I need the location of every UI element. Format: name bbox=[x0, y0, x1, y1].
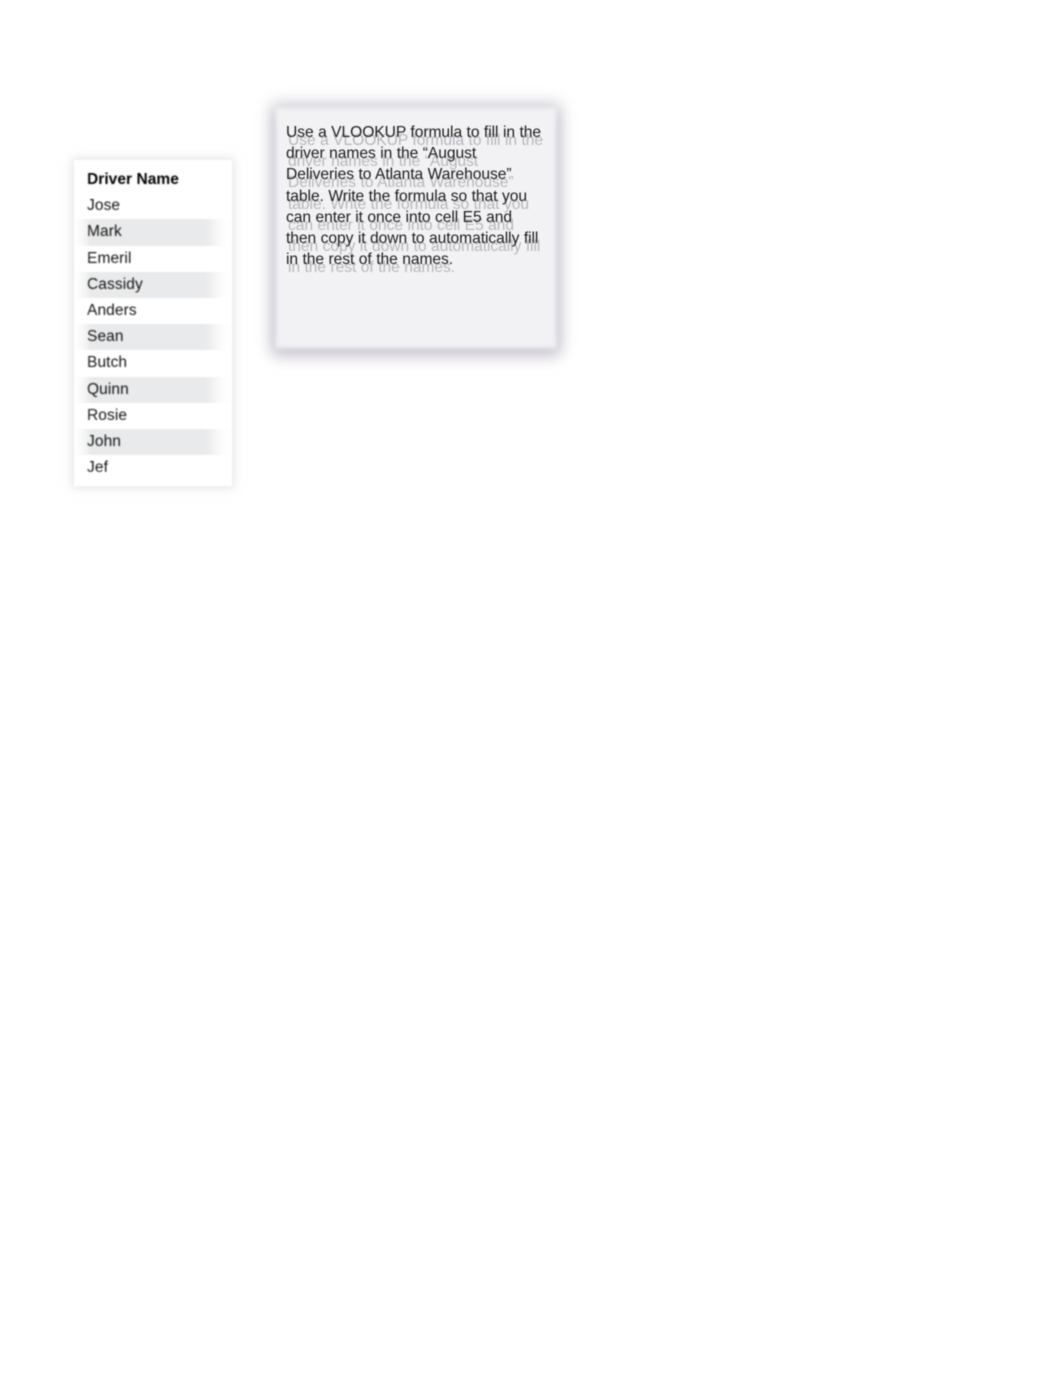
driver-name-column-header: Driver Name bbox=[87, 171, 179, 188]
table-row: Emeril bbox=[87, 249, 132, 267]
table-row: Sean bbox=[74, 324, 232, 351]
table-row: Rosie bbox=[87, 406, 128, 424]
instruction-callout-body: Use a VLOOKUP formula to fill in the dri… bbox=[272, 104, 560, 352]
driver-name-table-surface: Driver Name Jose Mark Emeril Cassidy And… bbox=[74, 160, 232, 486]
table-row: John bbox=[74, 428, 232, 456]
table-row: Mark bbox=[74, 219, 232, 246]
table-row: Jose bbox=[87, 197, 121, 215]
table-row: Jef bbox=[87, 459, 108, 477]
table-row: Cassidy bbox=[74, 271, 232, 298]
instruction-text: Use a VLOOKUP formula to fill in the dri… bbox=[286, 124, 541, 269]
instruction-callout: Use a VLOOKUP formula to fill in the dri… bbox=[272, 104, 560, 352]
table-row: Anders bbox=[87, 301, 137, 319]
driver-name-table: Driver Name Jose Mark Emeril Cassidy And… bbox=[74, 160, 232, 486]
table-row: Quinn bbox=[74, 376, 232, 403]
driver-name-table-rows: Driver Name Jose Mark Emeril Cassidy And… bbox=[74, 160, 232, 486]
table-row: Butch bbox=[87, 354, 128, 372]
